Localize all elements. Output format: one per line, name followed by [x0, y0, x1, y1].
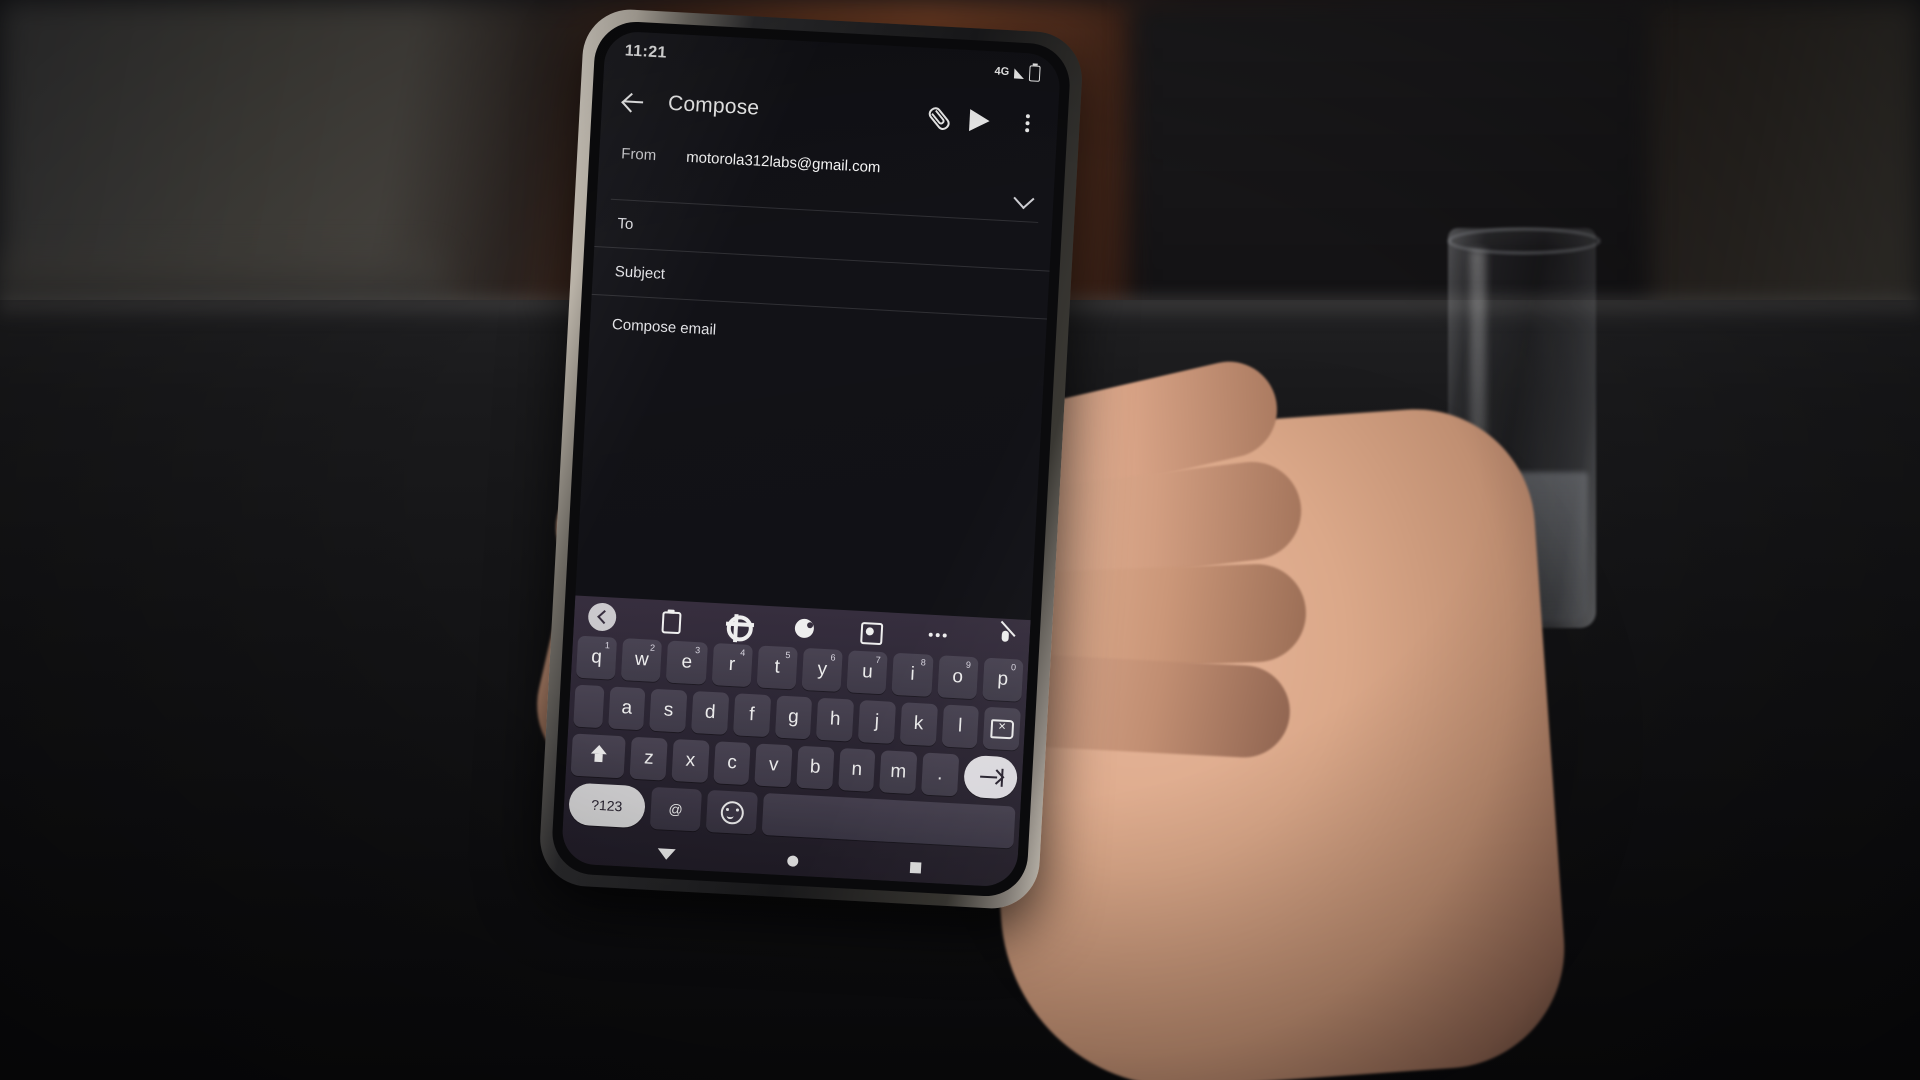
to-input[interactable]: To — [617, 215, 634, 233]
enter-key[interactable] — [962, 754, 1019, 800]
emoji-key[interactable] — [705, 789, 759, 835]
from-label: From — [620, 145, 657, 165]
compose-form: From motorola312labs@gmail.com To Subjec… — [589, 134, 1056, 376]
battery-icon — [1028, 65, 1041, 82]
key-m[interactable]: m — [879, 750, 918, 795]
key-r[interactable]: r4 — [711, 642, 753, 688]
key-e[interactable]: e3 — [666, 640, 708, 685]
page-title: Compose — [667, 91, 760, 120]
key-d[interactable]: d — [691, 690, 730, 735]
phone-screen: 11:21 4G Compose From motorola312labs@gm… — [560, 30, 1062, 888]
key-u[interactable]: u7 — [846, 650, 889, 695]
shift-key[interactable] — [570, 733, 627, 779]
on-screen-keyboard: q1 w2 e3 r4 t5 y6 u7 i8 o9 p0 a s d f g … — [560, 595, 1031, 888]
key-n[interactable]: n — [837, 747, 876, 792]
settings-gear-icon[interactable] — [726, 613, 754, 643]
keyboard-rows: q1 w2 e3 r4 t5 y6 u7 i8 o9 p0 a s d f g … — [563, 635, 1029, 849]
nav-home-icon[interactable] — [787, 854, 799, 867]
attach-icon[interactable] — [919, 101, 953, 135]
key-h[interactable]: h — [816, 697, 855, 742]
smartphone: 11:21 4G Compose From motorola312labs@gm… — [537, 7, 1085, 913]
key-t[interactable]: t5 — [756, 645, 798, 690]
nav-back-icon[interactable] — [657, 847, 676, 860]
key-j[interactable]: j — [857, 700, 896, 744]
key-k[interactable]: k — [899, 702, 938, 747]
at-key[interactable]: @ — [649, 786, 702, 832]
back-arrow-icon[interactable] — [619, 88, 646, 115]
app-bar-actions — [923, 106, 1040, 136]
send-icon[interactable] — [969, 108, 994, 133]
key-o[interactable]: o9 — [936, 655, 979, 700]
key-y[interactable]: y6 — [801, 647, 843, 692]
space-key[interactable] — [761, 792, 1016, 849]
subject-input[interactable]: Subject — [614, 263, 665, 283]
key-i[interactable]: i8 — [891, 652, 934, 697]
key-q[interactable]: q1 — [575, 635, 618, 680]
key-x[interactable]: x — [671, 738, 710, 783]
nav-recents-icon[interactable] — [909, 861, 922, 874]
key-z[interactable]: z — [629, 736, 668, 781]
key-f[interactable]: f — [732, 693, 771, 738]
key-c[interactable]: c — [713, 741, 751, 786]
backspace-key[interactable] — [982, 706, 1021, 751]
photo-scene: 11:21 4G Compose From motorola312labs@gm… — [0, 0, 1920, 1080]
more-options-icon[interactable] — [926, 624, 949, 647]
key-period[interactable]: . — [920, 752, 959, 797]
from-value: motorola312labs@gmail.com — [685, 148, 881, 177]
clipboard-icon[interactable] — [660, 609, 683, 635]
symbols-key[interactable]: ?123 — [567, 782, 646, 829]
sticker-icon[interactable] — [859, 620, 883, 646]
emoji-icon — [719, 800, 745, 825]
key-b[interactable]: b — [796, 745, 835, 790]
network-type-label: 4G — [994, 65, 1010, 79]
send-glyph — [969, 109, 991, 133]
key-v[interactable]: v — [754, 743, 793, 788]
overflow-menu-icon[interactable] — [1015, 111, 1040, 136]
signal-icon — [1013, 68, 1025, 79]
status-clock: 11:21 — [624, 42, 668, 62]
collapse-toolbar-icon[interactable] — [587, 602, 617, 632]
key-p[interactable]: p0 — [982, 657, 1024, 702]
theme-palette-icon[interactable] — [793, 616, 816, 639]
key-s[interactable]: s — [649, 688, 688, 733]
key-g[interactable]: g — [774, 695, 813, 740]
key-w[interactable]: w2 — [621, 638, 663, 683]
mic-muted-icon[interactable] — [993, 627, 1016, 650]
status-icons: 4G — [994, 63, 1041, 82]
key-a[interactable]: a — [607, 686, 646, 731]
key-spacer-left — [573, 684, 605, 729]
key-l[interactable]: l — [941, 704, 980, 749]
